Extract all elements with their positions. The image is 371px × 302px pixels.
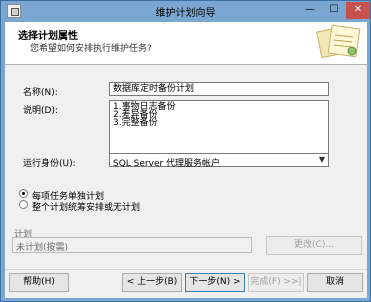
footer-divider <box>5 269 367 270</box>
page-subtitle: 您希望如何安排执行维护任务? <box>30 44 152 54</box>
run-as-select[interactable]: SQL Server 代理服务帐户 ▼ <box>109 153 329 169</box>
single-schedule-label[interactable]: 整个计划统筹安排或无计划 <box>32 200 140 213</box>
page-title: 选择计划属性 <box>18 31 78 42</box>
wizard-page: 选择计划属性 您希望如何安排执行维护任务? 名称(N): 数据库定时备份计划 说… <box>5 22 367 298</box>
name-label: 名称(N): <box>23 88 58 98</box>
back-button[interactable]: < 上一步(B) <box>122 273 182 292</box>
cancel-button[interactable]: 取消 <box>307 273 363 292</box>
run-as-value: SQL Server 代理服务帐户 <box>113 159 221 169</box>
schedule-field: 未计划(按需) <box>12 237 252 253</box>
close-button[interactable]: ✕ <box>346 2 370 19</box>
change-schedule-button[interactable]: 更改(C)... <box>266 236 362 255</box>
run-as-label: 运行身份(U): <box>23 159 76 169</box>
help-button[interactable]: 帮助(H) <box>9 273 69 292</box>
maximize-button[interactable]: ☐ <box>322 2 346 19</box>
description-label: 说明(D): <box>23 106 58 116</box>
finish-button[interactable]: 完成(F) >>| <box>248 273 304 292</box>
next-button[interactable]: 下一步(N) > <box>185 273 245 292</box>
single-schedule-radio[interactable] <box>19 200 28 209</box>
name-field[interactable]: 数据库定时备份计划 <box>109 82 329 96</box>
chevron-down-icon[interactable]: ▼ <box>319 155 325 164</box>
minimize-button[interactable]: — <box>298 2 322 19</box>
wizard-header: 选择计划属性 您希望如何安排执行维护任务? <box>5 22 367 65</box>
wizard-window: 维护计划向导 — ☐ ✕ 选择计划属性 您希望如何安排执行维护任务? 名称(N)… <box>0 0 371 302</box>
title-bar[interactable]: 维护计划向导 — ☐ ✕ <box>1 1 370 21</box>
separate-schedule-radio[interactable] <box>19 189 28 198</box>
wizard-graphic-icon <box>316 24 361 59</box>
